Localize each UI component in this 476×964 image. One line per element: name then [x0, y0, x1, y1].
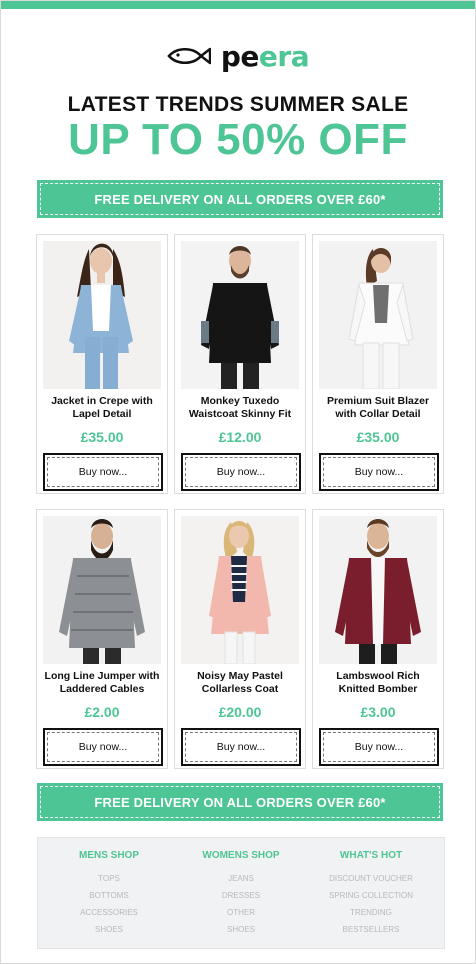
product-photo[interactable] — [319, 516, 437, 664]
buy-now-button[interactable]: Buy now... — [319, 453, 439, 491]
footer-link[interactable]: JEANS — [176, 870, 306, 887]
delivery-banner-text: FREE DELIVERY ON ALL ORDERS OVER £60* — [94, 794, 386, 810]
footer-link[interactable]: BOTTOMS — [44, 887, 174, 904]
brand-name-part1: pe — [220, 39, 260, 73]
product-price: £35.00 — [80, 429, 124, 445]
footer-column-whats-hot: WHAT'S HOT DISCOUNT VOUCHER SPRING COLLE… — [306, 850, 436, 938]
product-name: Monkey Tuxedo Waistcoat Skinny Fit — [188, 395, 292, 420]
footer-link[interactable]: DISCOUNT VOUCHER — [306, 870, 436, 887]
fish-logo-icon — [167, 47, 211, 65]
product-card[interactable]: Noisy May Pastel Collarless Coat £20.00 … — [174, 509, 306, 769]
product-card[interactable]: Lambswool Rich Knitted Bomber £3.00 Buy … — [312, 509, 444, 769]
footer-column-mens: MENS SHOP TOPS BOTTOMS ACCESSORIES SHOES — [44, 850, 174, 938]
footer-column-womens: WOMENS SHOP JEANS DRESSES OTHER SHOES — [176, 850, 306, 938]
delivery-banner-top[interactable]: FREE DELIVERY ON ALL ORDERS OVER £60* — [37, 180, 443, 218]
buy-now-button[interactable]: Buy now... — [319, 728, 439, 766]
brand-name: peera — [220, 39, 310, 73]
product-name: Long Line Jumper with Laddered Cables — [44, 670, 160, 695]
product-price: £3.00 — [360, 704, 396, 720]
top-accent-bar — [1, 1, 475, 9]
email-frame: peera LATEST TRENDS SUMMER SALE UP TO 50… — [0, 0, 476, 964]
brand-name-part2: era — [258, 39, 310, 73]
footer-link[interactable]: BESTSELLERS — [306, 921, 436, 938]
product-price: £35.00 — [356, 429, 400, 445]
product-name: Lambswool Rich Knitted Bomber — [336, 670, 420, 695]
product-price: £12.00 — [218, 429, 262, 445]
product-name: Noisy May Pastel Collarless Coat — [197, 670, 283, 695]
headline: LATEST TRENDS SUMMER SALE — [67, 93, 409, 116]
product-photo[interactable] — [181, 516, 299, 664]
product-card[interactable]: Jacket in Crepe with Lapel Detail £35.00… — [36, 234, 168, 494]
product-name: Premium Suit Blazer with Collar Detail — [326, 395, 430, 420]
product-photo[interactable] — [43, 516, 161, 664]
product-photo[interactable] — [43, 241, 161, 389]
product-card[interactable]: Premium Suit Blazer with Collar Detail £… — [312, 234, 444, 494]
buy-now-button[interactable]: Buy now... — [43, 728, 163, 766]
footer-link[interactable]: OTHER — [176, 904, 306, 921]
footer-links: MENS SHOP TOPS BOTTOMS ACCESSORIES SHOES… — [37, 837, 445, 949]
product-card[interactable]: Monkey Tuxedo Waistcoat Skinny Fit £12.0… — [174, 234, 306, 494]
delivery-banner-bottom[interactable]: FREE DELIVERY ON ALL ORDERS OVER £60* — [37, 783, 443, 821]
product-price: £20.00 — [218, 704, 262, 720]
product-photo[interactable] — [181, 241, 299, 389]
footer-link[interactable]: DRESSES — [176, 887, 306, 904]
buy-now-button[interactable]: Buy now... — [43, 453, 163, 491]
sale-headline: UP TO 50% OFF — [68, 115, 408, 164]
product-card[interactable]: Long Line Jumper with Laddered Cables £2… — [36, 509, 168, 769]
footer-link[interactable]: TOPS — [44, 870, 174, 887]
footer-link[interactable]: SHOES — [44, 921, 174, 938]
footer-heading[interactable]: WHAT'S HOT — [306, 850, 436, 861]
buy-now-button[interactable]: Buy now... — [181, 728, 301, 766]
footer-heading[interactable]: WOMENS SHOP — [176, 850, 306, 861]
product-name: Jacket in Crepe with Lapel Detail — [51, 395, 153, 420]
buy-now-button[interactable]: Buy now... — [181, 453, 301, 491]
product-photo[interactable] — [319, 241, 437, 389]
footer-link[interactable]: TRENDING — [306, 904, 436, 921]
footer-link[interactable]: SHOES — [176, 921, 306, 938]
delivery-banner-text: FREE DELIVERY ON ALL ORDERS OVER £60* — [94, 191, 386, 207]
product-price: £2.00 — [84, 704, 120, 720]
brand-logo[interactable]: peera — [1, 39, 475, 73]
footer-link[interactable]: ACCESSORIES — [44, 904, 174, 921]
footer-link[interactable]: SPRING COLLECTION — [306, 887, 436, 904]
footer-heading[interactable]: MENS SHOP — [44, 850, 174, 861]
